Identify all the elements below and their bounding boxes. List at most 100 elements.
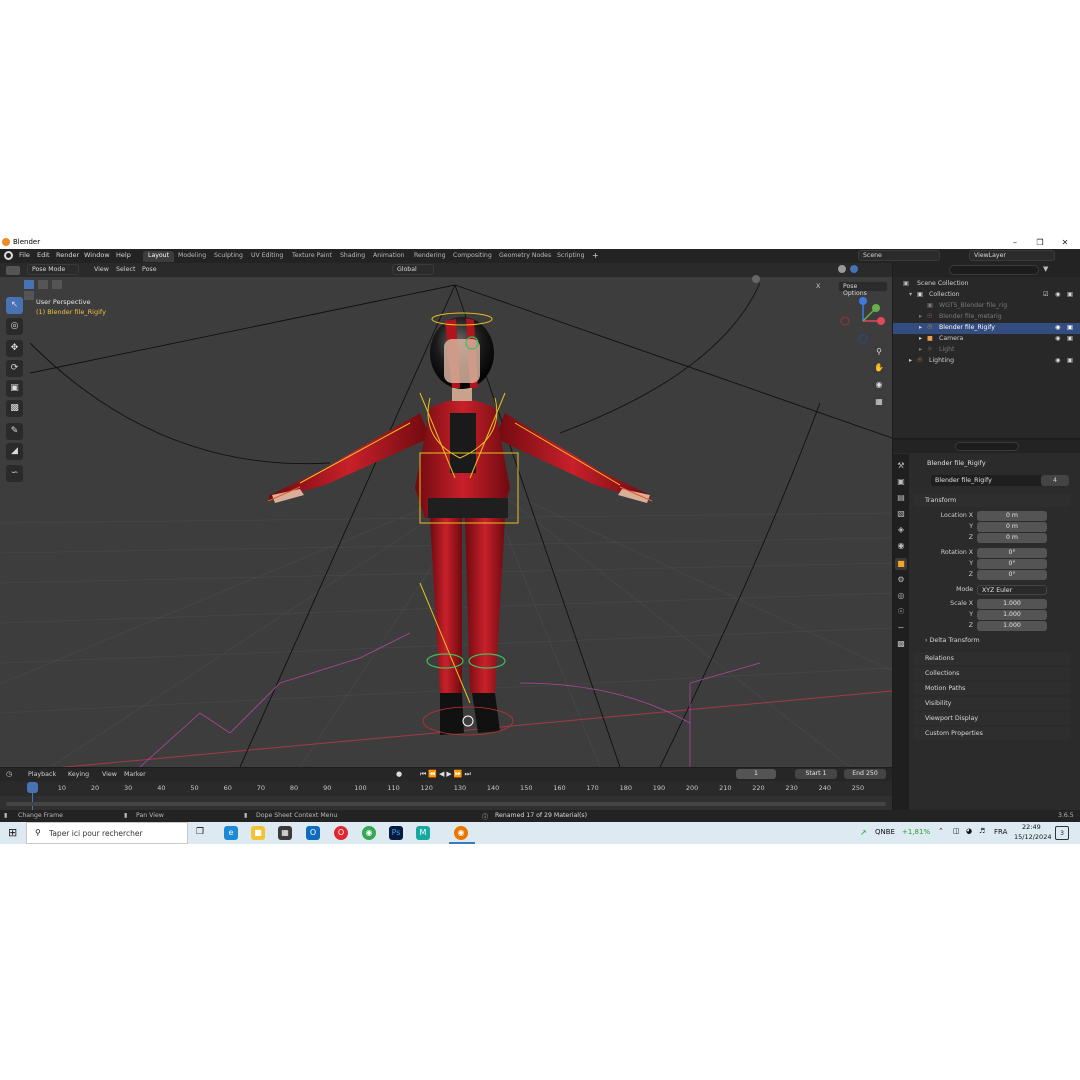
shading-rendered-icon[interactable] — [752, 275, 760, 283]
expand-icon[interactable]: ▸ — [919, 324, 922, 331]
menu-edit[interactable]: Edit — [37, 251, 50, 259]
rotate-tool-icon[interactable]: ⟳ — [6, 360, 23, 377]
scale-z-field[interactable]: 1.000 — [977, 621, 1047, 631]
transform-panel-header[interactable]: Transform — [913, 494, 1071, 507]
taskbar-search-box[interactable]: ⚲ Taper ici pour rechercher — [26, 822, 188, 844]
annotate-tool-icon[interactable]: ✎ — [6, 423, 23, 440]
transform-tool-icon[interactable]: ▩ — [6, 400, 23, 417]
rotation-z-field[interactable]: 0° — [977, 570, 1047, 580]
tab-shading[interactable]: Shading — [335, 251, 370, 262]
location-y-field[interactable]: 0 m — [977, 522, 1047, 532]
timeline-ruler[interactable]: 1102030405060708090100110120130140150160… — [0, 781, 892, 796]
viewlayer-selector[interactable]: ViewLayer — [969, 250, 1055, 261]
add-workspace-icon[interactable]: + — [592, 251, 599, 260]
transform-orientation-dropdown[interactable]: Global — [392, 264, 434, 275]
eye-icon[interactable]: ◉ — [1055, 324, 1060, 331]
expand-icon[interactable]: ▸ — [919, 346, 922, 353]
viewport-menu-view[interactable]: View — [94, 266, 109, 273]
menu-render[interactable]: Render — [56, 251, 79, 259]
store-icon[interactable]: ▦ — [278, 826, 292, 840]
select-tool-icon[interactable]: ↖ — [6, 297, 23, 314]
menu-help[interactable]: Help — [116, 251, 131, 259]
tab-geometry-nodes[interactable]: Geometry Nodes — [494, 251, 556, 262]
current-frame-field[interactable]: 1 — [736, 769, 776, 779]
scene-tab-icon[interactable]: ◈ — [895, 524, 907, 536]
outlook-icon[interactable]: O — [306, 826, 320, 840]
outliner-search-input[interactable] — [949, 265, 1039, 275]
render-camera-icon[interactable]: ▣ — [1067, 324, 1073, 331]
relations-panel-header[interactable]: Relations — [913, 652, 1071, 665]
eye-icon[interactable]: ◉ — [1055, 291, 1060, 298]
tab-uv-editing[interactable]: UV Editing — [246, 251, 288, 262]
language-indicator[interactable]: FRA — [994, 828, 1007, 836]
stock-name[interactable]: QNBE — [875, 828, 895, 836]
select-extend-icon[interactable] — [38, 280, 49, 289]
expand-icon[interactable]: ▸ — [919, 335, 922, 342]
minimize-icon[interactable]: – — [1003, 236, 1027, 249]
location-z-field[interactable]: 0 m — [977, 533, 1047, 543]
playhead-handle[interactable] — [27, 782, 38, 793]
filter-icon[interactable]: ▼ — [1043, 265, 1048, 273]
render-camera-icon[interactable]: ▣ — [1067, 291, 1073, 298]
viewport-display-panel-header[interactable]: Viewport Display — [913, 712, 1071, 725]
timeline-scrollbar[interactable] — [6, 802, 886, 806]
world-tab-icon[interactable]: ◉ — [895, 540, 907, 552]
edge-icon[interactable]: e — [224, 826, 238, 840]
outliner-row-lighting[interactable]: ▸ ☉ Lighting ◉ ▣ — [893, 356, 1080, 367]
move-tool-icon[interactable]: ✥ — [6, 340, 23, 357]
delta-transform-header[interactable]: › Delta Transform — [925, 637, 980, 644]
render-camera-icon[interactable]: ▣ — [1067, 357, 1073, 364]
wifi-icon[interactable]: ◕ — [966, 827, 972, 835]
outliner-scene-collection[interactable]: ▣ Scene Collection — [893, 279, 1080, 290]
tab-scripting[interactable]: Scripting — [552, 251, 590, 262]
timeline-menu-playback[interactable]: Playback — [28, 771, 56, 778]
expand-icon[interactable]: ▾ — [909, 291, 912, 298]
select-subtract-icon[interactable] — [52, 280, 63, 289]
opera-icon[interactable]: O — [334, 826, 348, 840]
visibility-panel-header[interactable]: Visibility — [913, 697, 1071, 710]
scale-tool-icon[interactable]: ▣ — [6, 380, 23, 397]
3d-viewport[interactable]: Pose Mode View Select Pose Global User P… — [0, 263, 892, 767]
physics-tab-icon[interactable]: ◎ — [895, 590, 907, 602]
outliner-row-wgts[interactable]: ▣ WGTS_Blender file_rig — [893, 301, 1080, 312]
chrome-icon[interactable]: ◉ — [362, 826, 376, 840]
camera-view-icon[interactable]: ◉ — [872, 378, 886, 392]
tab-layout[interactable]: Layout — [143, 251, 175, 262]
record-icon[interactable]: ● — [396, 770, 402, 778]
collections-panel-header[interactable]: Collections — [913, 667, 1071, 680]
clock-icon[interactable]: ◷ — [6, 770, 12, 778]
outliner-row-rigify[interactable]: ▸ ☉ Blender file_Rigify ◉ ▣ — [893, 323, 1080, 334]
select-invert-icon[interactable] — [24, 291, 34, 300]
output-tab-icon[interactable]: ▤ — [895, 492, 907, 504]
rotation-y-field[interactable]: 0° — [977, 559, 1047, 569]
tool-tab-icon[interactable]: ⚒ — [895, 460, 907, 472]
network-icon[interactable]: ◫ — [953, 827, 960, 835]
blender-taskbar-icon[interactable]: ◉ — [454, 826, 468, 840]
bone-tab-icon[interactable]: ∽ — [895, 622, 907, 634]
file-explorer-icon[interactable]: ■ — [251, 826, 265, 840]
armature-tab-icon[interactable]: ☉ — [895, 606, 907, 618]
motion-paths-panel-header[interactable]: Motion Paths — [913, 682, 1071, 695]
measure-tool-icon[interactable]: ◢ — [6, 443, 23, 460]
zoom-view-icon[interactable]: ⚲ — [872, 345, 886, 359]
custom-properties-panel-header[interactable]: Custom Properties — [913, 727, 1071, 740]
perspective-toggle-icon[interactable]: ▦ — [872, 395, 886, 409]
eye-icon[interactable]: ◉ — [1055, 357, 1060, 364]
select-mode-buttons[interactable] — [24, 280, 76, 300]
outliner-row-collection[interactable]: ▾ ▣ Collection ☑ ◉ ▣ — [893, 290, 1080, 301]
properties-search-input[interactable] — [955, 442, 1019, 451]
pan-view-icon[interactable]: ✋ — [872, 361, 886, 375]
outliner-row-metarig[interactable]: ▸ ☉ Blender file_metarig — [893, 312, 1080, 323]
viewport-menu-select[interactable]: Select — [116, 266, 135, 273]
photoshop-icon[interactable]: Ps — [389, 826, 403, 840]
notification-center-icon[interactable]: 3 — [1055, 826, 1069, 840]
expand-icon[interactable]: ▸ — [909, 357, 912, 364]
tab-rendering[interactable]: Rendering — [409, 251, 451, 262]
checkbox-icon[interactable]: ☑ — [1043, 291, 1049, 298]
start-frame-field[interactable]: Start 1 — [795, 769, 837, 779]
outliner-row-light[interactable]: ▸ ☼ Light — [893, 345, 1080, 356]
location-x-field[interactable]: 0 m — [977, 511, 1047, 521]
outliner-row-camera[interactable]: ▸ ■ Camera ◉ ▣ — [893, 334, 1080, 345]
select-new-icon[interactable] — [24, 280, 34, 289]
tab-sculpting[interactable]: Sculpting — [209, 251, 248, 262]
